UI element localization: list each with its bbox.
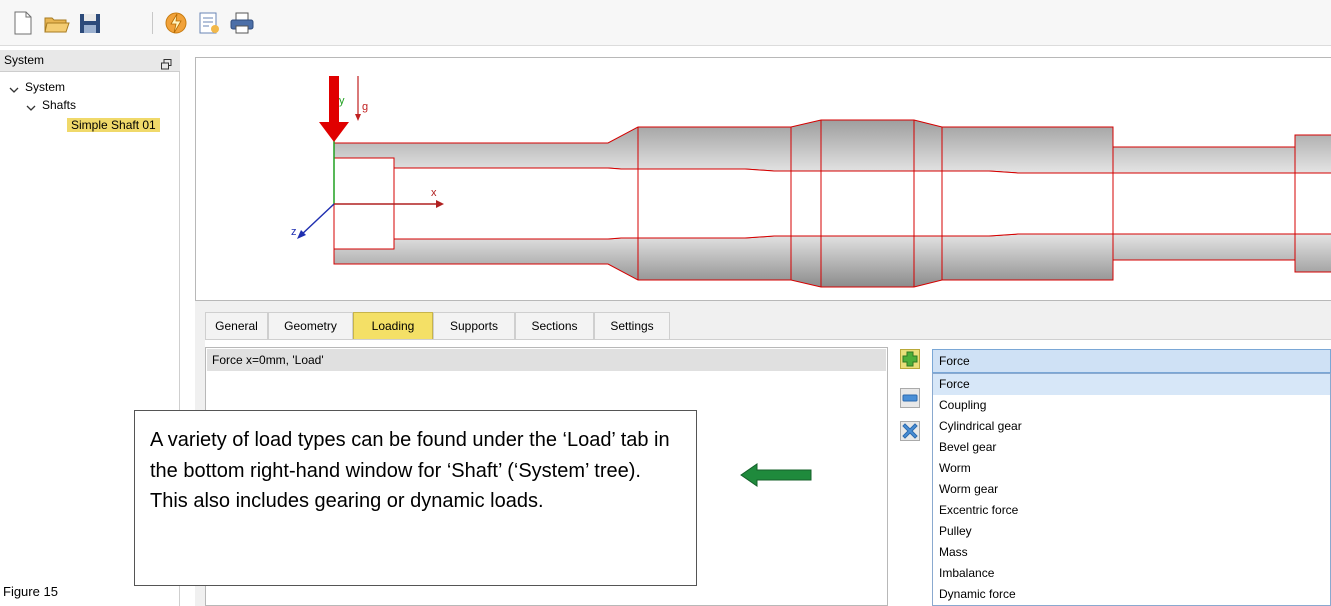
z-axis bbox=[299, 203, 335, 237]
undock-icon[interactable] bbox=[161, 55, 172, 70]
option-worm[interactable]: Worm bbox=[933, 458, 1330, 479]
option-pulley[interactable]: Pulley bbox=[933, 521, 1330, 542]
option-force[interactable]: Force bbox=[933, 374, 1330, 395]
remove-load-button[interactable] bbox=[900, 388, 920, 408]
calculate-icon[interactable] bbox=[162, 10, 190, 36]
shaft-bottom-profile bbox=[333, 233, 1331, 288]
option-excentric-force[interactable]: Excentric force bbox=[933, 500, 1330, 521]
option-coupling[interactable]: Coupling bbox=[933, 395, 1330, 416]
pointer-arrow-icon bbox=[740, 463, 812, 487]
remove-icon bbox=[902, 394, 918, 402]
option-mass[interactable]: Mass bbox=[933, 542, 1330, 563]
toolbar bbox=[0, 0, 1331, 46]
shaft-drawing-viewport[interactable]: y g x z bbox=[195, 57, 1331, 301]
report-icon[interactable] bbox=[195, 10, 223, 36]
tree-node-label: System bbox=[25, 80, 66, 94]
force-arrow-head bbox=[319, 122, 349, 142]
shaft-drawing: y g x z bbox=[291, 76, 1331, 288]
chevron-down-icon[interactable] bbox=[26, 100, 36, 111]
chevron-down-icon[interactable] bbox=[9, 82, 19, 93]
new-file-icon[interactable] bbox=[8, 10, 36, 36]
option-bevel-gear[interactable]: Bevel gear bbox=[933, 437, 1330, 458]
y-axis-label: y bbox=[339, 95, 345, 107]
tab-sections[interactable]: Sections bbox=[515, 312, 594, 339]
list-item[interactable]: Force x=0mm, 'Load' bbox=[207, 349, 886, 371]
save-icon[interactable] bbox=[76, 10, 104, 36]
tree-node-system[interactable]: System bbox=[0, 78, 180, 96]
tree-node-simple-shaft[interactable]: Simple Shaft 01 bbox=[67, 116, 160, 134]
force-arrow-shaft bbox=[329, 76, 339, 123]
tree-node-label: Shafts bbox=[42, 98, 77, 112]
screen: System System Shafts Simple Shaft 01 y g… bbox=[0, 0, 1331, 606]
tab-settings[interactable]: Settings bbox=[594, 312, 670, 339]
annotation-text: A variety of load types can be found und… bbox=[150, 429, 670, 512]
delete-icon bbox=[902, 423, 918, 439]
open-folder-icon[interactable] bbox=[42, 10, 70, 36]
option-worm-gear[interactable]: Worm gear bbox=[933, 479, 1330, 500]
system-panel-header: System bbox=[0, 50, 180, 72]
tab-loading[interactable]: Loading bbox=[353, 312, 433, 339]
shaft-bore bbox=[333, 167, 1331, 240]
option-dynamic-force[interactable]: Dynamic force bbox=[933, 584, 1330, 605]
print-icon[interactable] bbox=[228, 10, 256, 36]
option-imbalance[interactable]: Imbalance bbox=[933, 563, 1330, 584]
shaft-top-profile bbox=[333, 119, 1331, 174]
add-icon bbox=[902, 351, 918, 367]
system-panel-title: System bbox=[4, 53, 45, 67]
toolbar-separator bbox=[152, 12, 153, 34]
tab-general[interactable]: General bbox=[205, 312, 268, 339]
tree-node-label: Simple Shaft 01 bbox=[67, 118, 160, 132]
annotation-callout: A variety of load types can be found und… bbox=[134, 410, 697, 586]
load-type-options[interactable]: Force Coupling Cylindrical gear Bevel ge… bbox=[932, 373, 1331, 606]
tree-node-shafts[interactable]: Shafts bbox=[0, 96, 180, 114]
figure-caption: Figure 15 bbox=[3, 584, 58, 599]
z-axis-label: z bbox=[291, 226, 297, 238]
load-type-select[interactable]: Force bbox=[932, 349, 1331, 373]
x-axis-label: x bbox=[431, 187, 437, 199]
tab-supports[interactable]: Supports bbox=[433, 312, 515, 339]
gravity-label: g bbox=[362, 101, 368, 113]
tab-geometry[interactable]: Geometry bbox=[268, 312, 353, 339]
delete-load-button[interactable] bbox=[900, 421, 920, 441]
add-load-button[interactable] bbox=[900, 349, 920, 369]
option-cylindrical-gear[interactable]: Cylindrical gear bbox=[933, 416, 1330, 437]
